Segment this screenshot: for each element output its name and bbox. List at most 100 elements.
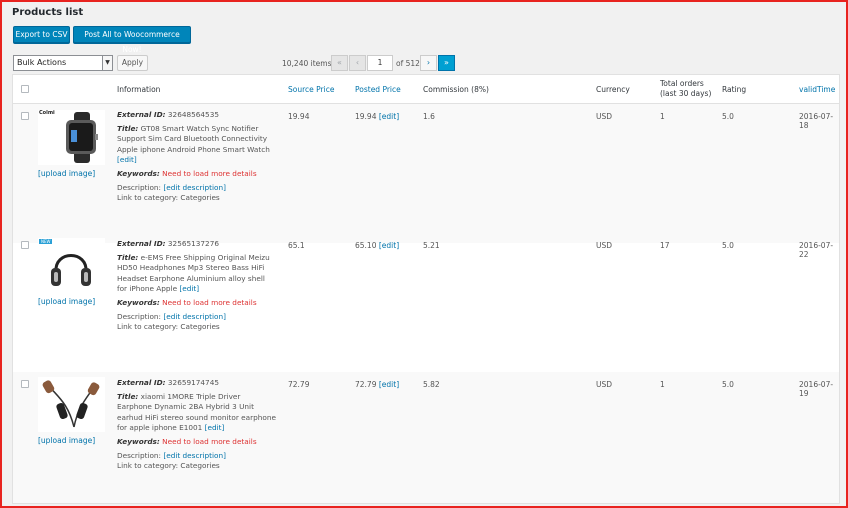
product-image: NEW (38, 238, 105, 293)
keywords-label: Keywords: (117, 168, 160, 178)
select-all-checkbox[interactable] (21, 85, 29, 93)
posted-price: 19.94 [edit] (355, 112, 399, 121)
product-image: Colmi (38, 110, 105, 165)
earphones-icon (42, 380, 100, 428)
source-price: 19.94 (288, 112, 310, 121)
col-currency: Currency (596, 85, 630, 94)
row-checkbox[interactable] (21, 112, 29, 120)
col-information: Information (117, 85, 161, 94)
col-commission: Commission (8%) (423, 85, 489, 94)
rating: 5.0 (722, 112, 734, 121)
keywords-warning: Need to load more details (162, 168, 257, 178)
valid-time: 2016-07-22 (799, 241, 834, 259)
export-csv-button[interactable]: Export to CSV (13, 26, 70, 43)
product-info: External ID: 32659174745 Title: xiaomi 1… (117, 378, 277, 475)
category-link-text: Link to category: Categories (117, 461, 220, 471)
rating: 5.0 (722, 380, 734, 389)
table-row: Colmi [upload image] External ID: 326485… (13, 104, 839, 243)
description-label: Description: (117, 450, 162, 460)
commission: 1.6 (423, 112, 435, 121)
total-orders: 17 (660, 241, 670, 250)
items-count: 10,240 items (282, 59, 332, 68)
prev-page-button[interactable]: ‹ (349, 55, 366, 71)
table-row: [upload image] External ID: 32659174745 … (13, 372, 839, 503)
currency: USD (596, 112, 613, 121)
col-posted-price[interactable]: Posted Price (355, 85, 401, 94)
title-label: Title: (117, 123, 139, 133)
posted-price: 72.79 [edit] (355, 380, 399, 389)
app-frame: Products list Export to CSV Post All to … (0, 0, 848, 508)
posted-price-value: 19.94 (355, 112, 377, 121)
edit-description-link[interactable]: [edit description] (163, 451, 226, 460)
col-source-price[interactable]: Source Price (288, 85, 334, 94)
external-id-label: External ID: (117, 110, 166, 119)
keywords-label: Keywords: (117, 297, 160, 307)
bulk-actions-select[interactable]: Bulk Actions ▼ (13, 55, 113, 71)
col-total-orders: Total orders (660, 79, 704, 88)
source-price: 72.79 (288, 380, 310, 389)
product-info: External ID: 32565137276 Title: e-EMS Fr… (117, 239, 277, 336)
new-badge: NEW (39, 239, 53, 244)
external-id-label: External ID: (117, 239, 166, 248)
edit-price-link[interactable]: [edit] (379, 112, 399, 121)
next-page-button[interactable]: › (420, 55, 437, 71)
description-label: Description: (117, 182, 162, 192)
col-total-orders-period: (last 30 days) (660, 89, 712, 98)
posted-price-value: 72.79 (355, 380, 377, 389)
rating: 5.0 (722, 241, 734, 250)
current-page-input[interactable]: 1 (367, 55, 393, 71)
table-row: NEW [upload image] External ID: 32565137… (13, 233, 839, 372)
posted-price: 65.10 [edit] (355, 241, 399, 250)
headphones-icon (51, 254, 91, 286)
last-page-button[interactable]: » (438, 55, 455, 71)
brand-logo-text: Colmi (39, 110, 55, 116)
valid-time: 2016-07-19 (799, 380, 834, 398)
title-label: Title: (117, 391, 139, 401)
post-all-button[interactable]: Post All to Woocommerce Now! (73, 26, 191, 54)
posted-price-value: 65.10 (355, 241, 377, 250)
upload-image-link[interactable]: [upload image] (38, 169, 95, 178)
title-label: Title: (117, 252, 139, 262)
keywords-label: Keywords: (117, 436, 160, 446)
upload-image-link[interactable]: [upload image] (38, 297, 95, 306)
edit-title-link[interactable]: [edit] (117, 155, 137, 164)
product-image (38, 377, 105, 432)
keywords-warning: Need to load more details (162, 297, 257, 307)
source-price: 65.1 (288, 241, 305, 250)
smartwatch-icon (66, 112, 98, 163)
product-title: GT08 Smart Watch Sync Notifier Support S… (117, 123, 270, 154)
commission: 5.82 (423, 380, 440, 389)
total-orders: 1 (660, 380, 665, 389)
bulk-actions-value: Bulk Actions (17, 58, 67, 67)
page-title: Products list (12, 7, 84, 18)
row-checkbox[interactable] (21, 241, 29, 249)
currency: USD (596, 241, 613, 250)
edit-price-link[interactable]: [edit] (379, 241, 399, 250)
currency: USD (596, 380, 613, 389)
chevron-down-icon: ▼ (102, 56, 112, 70)
edit-title-link[interactable]: [edit] (179, 284, 199, 293)
valid-time: 2016-07-18 (799, 112, 834, 130)
product-title: xiaomi 1MORE Triple Driver Earphone Dyna… (117, 391, 276, 433)
commission: 5.21 (423, 241, 440, 250)
edit-title-link[interactable]: [edit] (205, 423, 225, 432)
apply-button[interactable]: Apply (117, 55, 148, 71)
table-header: Information Source Price Posted Price Co… (13, 75, 839, 104)
category-link-text: Link to category: Categories (117, 322, 220, 332)
col-valid-time[interactable]: validTime (799, 85, 835, 94)
total-orders: 1 (660, 112, 665, 121)
external-id-value: 32565137276 (167, 239, 219, 248)
row-checkbox[interactable] (21, 380, 29, 388)
total-pages: of 512 (396, 59, 420, 68)
edit-description-link[interactable]: [edit description] (163, 183, 226, 192)
upload-image-link[interactable]: [upload image] (38, 436, 95, 445)
external-id-value: 32659174745 (167, 378, 219, 387)
products-table: Information Source Price Posted Price Co… (12, 74, 840, 504)
description-label: Description: (117, 311, 162, 321)
first-page-button[interactable]: « (331, 55, 348, 71)
edit-description-link[interactable]: [edit description] (163, 312, 226, 321)
edit-price-link[interactable]: [edit] (379, 380, 399, 389)
external-id-label: External ID: (117, 378, 166, 387)
category-link-text: Link to category: Categories (117, 193, 220, 203)
col-rating: Rating (722, 85, 747, 94)
